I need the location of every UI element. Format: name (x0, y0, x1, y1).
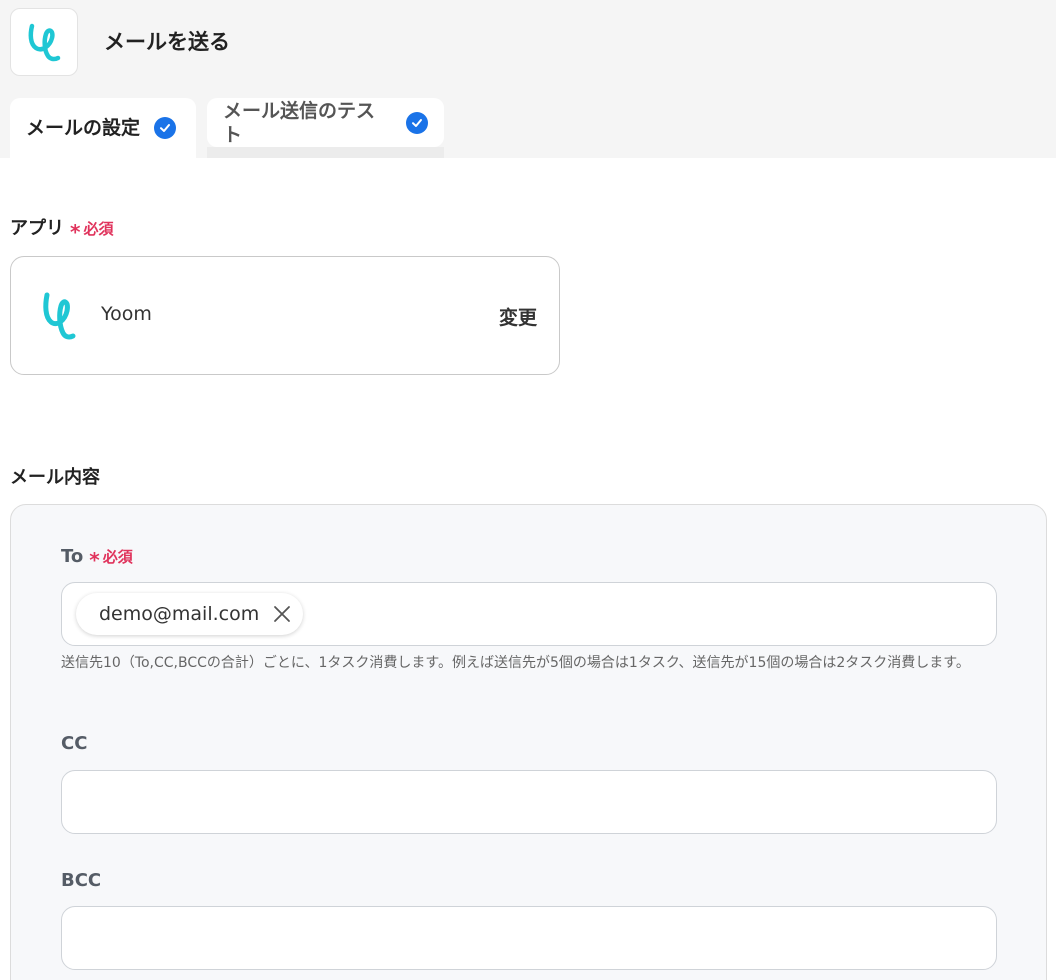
tab-mail-settings[interactable]: メールの設定 (10, 98, 196, 158)
cc-input[interactable] (61, 770, 997, 834)
to-label-text: To (61, 546, 84, 567)
bcc-label-text: BCC (61, 870, 102, 891)
app-name: Yoom (101, 303, 152, 325)
bcc-input[interactable] (61, 906, 997, 970)
required-text: 必須 (83, 220, 114, 238)
recipient-chip[interactable]: demo@mail.com (76, 593, 303, 635)
tab-mail-test[interactable]: メール送信のテスト (207, 98, 444, 147)
mail-content-text: メール内容 (10, 467, 100, 488)
app-selector[interactable]: Yoom 変更 (10, 256, 560, 375)
to-input[interactable]: demo@mail.com (61, 582, 997, 646)
required-text: 必須 (102, 548, 133, 566)
check-circle-icon (406, 111, 428, 134)
required-badge: * 必須 (70, 218, 114, 244)
yoom-logo-icon (43, 292, 76, 340)
close-icon[interactable] (273, 605, 291, 623)
cc-label-text: CC (61, 733, 88, 754)
to-label: To * 必須 (61, 546, 133, 572)
bcc-label: BCC (61, 870, 101, 892)
check-circle-icon (154, 117, 177, 139)
to-help-text: 送信先10（To,CC,BCCの合計）ごとに、1タスク消費します。例えば送信先が… (61, 655, 970, 671)
chip-text: demo@mail.com (99, 603, 260, 625)
change-app-button[interactable]: 変更 (499, 303, 537, 330)
app-section-label: アプリ * 必須 (10, 218, 114, 244)
cc-label: CC (61, 733, 87, 755)
asterisk-icon: * (89, 548, 100, 572)
app-label-text: アプリ (10, 218, 64, 239)
page-title: メールを送る (104, 30, 230, 54)
tab-label: メール送信のテスト (223, 99, 376, 146)
mail-content-label: メール内容 (10, 467, 100, 489)
tab-underlay (207, 147, 444, 158)
yoom-logo-icon (28, 23, 61, 62)
app-icon (10, 8, 78, 76)
required-badge: * 必須 (89, 546, 133, 572)
tab-label: メールの設定 (26, 117, 141, 139)
asterisk-icon: * (70, 220, 81, 244)
